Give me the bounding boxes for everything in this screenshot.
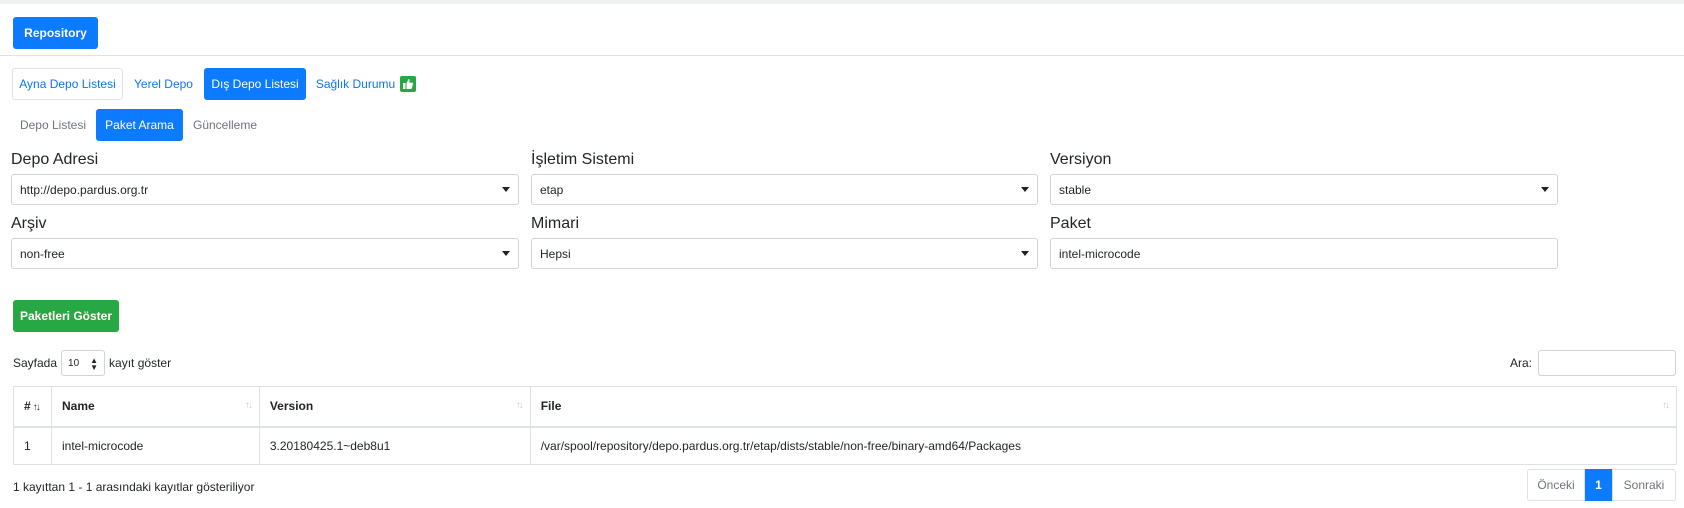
show-packages-button[interactable]: Paketleri Göster	[13, 300, 119, 332]
cell-file: /var/spool/repository/depo.pardus.org.tr…	[529, 426, 1678, 465]
prev-page-button[interactable]: Önceki	[1527, 469, 1585, 501]
cell-version: 3.20180425.1~deb8u1	[258, 426, 531, 465]
tab-mirror-list[interactable]: Ayna Depo Listesi	[12, 68, 123, 100]
updown-arrows-icon: ▲ ▼	[90, 356, 99, 372]
repository-button[interactable]: Repository	[13, 17, 98, 49]
search-input[interactable]	[1538, 350, 1676, 376]
subtab-repo-list[interactable]: Depo Listesi	[13, 109, 93, 141]
os-label: İşletim Sistemi	[531, 151, 635, 168]
repo-address-select[interactable]: http://depo.pardus.org.tr	[11, 174, 519, 205]
caret-down-icon	[1021, 251, 1029, 256]
version-select[interactable]: stable	[1050, 174, 1558, 205]
page-1-button[interactable]: 1	[1585, 469, 1612, 501]
repo-address-value: http://depo.pardus.org.tr	[20, 182, 149, 197]
search-label: Ara:	[1509, 356, 1532, 370]
next-page-button[interactable]: Sonraki	[1612, 469, 1676, 501]
version-label: Versiyon	[1050, 151, 1112, 168]
table-info: 1 kayıttan 1 - 1 arasındaki kayıtlar gös…	[13, 480, 255, 494]
os-select[interactable]: etap	[531, 174, 1038, 205]
top-bar: Repository	[0, 0, 1684, 56]
arch-label: Mimari	[531, 215, 579, 232]
subtab-package-search[interactable]: Paket Arama	[96, 109, 183, 141]
column-header-name[interactable]: Name ↑↓	[50, 386, 260, 428]
caret-down-icon	[1021, 187, 1029, 192]
tab-local-repo[interactable]: Yerel Depo	[126, 68, 201, 100]
tab-external-list[interactable]: Dış Depo Listesi	[204, 68, 306, 100]
repo-address-label: Depo Adresi	[11, 151, 99, 168]
cell-index: 1	[13, 426, 52, 465]
caret-down-icon	[1541, 187, 1549, 192]
length-prefix: Sayfada	[13, 356, 58, 370]
archive-value: non-free	[20, 246, 65, 261]
package-value: intel-microcode	[1059, 246, 1141, 261]
table-search: Ara:	[1510, 350, 1676, 376]
package-input[interactable]: intel-microcode	[1050, 238, 1558, 269]
sort-icon: ↑↓	[1662, 400, 1670, 411]
page-length-control: Sayfada 10 ▲ ▼ kayıt göster	[13, 350, 171, 376]
version-value: stable	[1059, 182, 1092, 197]
os-value: etap	[540, 182, 564, 197]
archive-label: Arşiv	[11, 215, 47, 232]
tab-health-label: Sağlık Durumu	[315, 77, 396, 91]
page-length-select[interactable]: 10 ▲ ▼	[61, 350, 106, 376]
table-header-row: # ↑↓ Name ↑↓ Version ↑↓ File ↑↓	[13, 386, 1678, 428]
subtab-update[interactable]: Güncelleme	[186, 109, 264, 141]
length-suffix: kayıt göster	[109, 356, 172, 370]
caret-down-icon	[502, 251, 510, 256]
page-length-value: 10	[68, 357, 80, 369]
thumbs-up-icon	[400, 76, 417, 92]
column-header-version[interactable]: Version ↑↓	[258, 386, 531, 428]
package-label: Paket	[1050, 215, 1091, 232]
pagination: Önceki 1 Sonraki	[1527, 469, 1676, 501]
tab-health[interactable]: Sağlık Durumu	[312, 68, 420, 100]
column-header-file[interactable]: File ↑↓	[529, 386, 1678, 428]
arch-value: Hepsi	[540, 246, 571, 261]
sort-icon: ↑↓	[515, 400, 524, 411]
cell-name: intel-microcode	[50, 426, 260, 465]
packages-table: # ↑↓ Name ↑↓ Version ↑↓ File ↑↓ 1 intel-micr…	[13, 386, 1678, 465]
sort-asc-icon: ↑↓	[32, 402, 41, 414]
table-row: 1 intel-microcode 3.20180425.1~deb8u1 /v…	[13, 426, 1678, 465]
column-header-index[interactable]: # ↑↓	[13, 386, 52, 428]
caret-down-icon	[502, 187, 510, 192]
sort-icon: ↑↓	[244, 400, 253, 411]
arch-select[interactable]: Hepsi	[531, 238, 1038, 269]
archive-select[interactable]: non-free	[11, 238, 519, 269]
